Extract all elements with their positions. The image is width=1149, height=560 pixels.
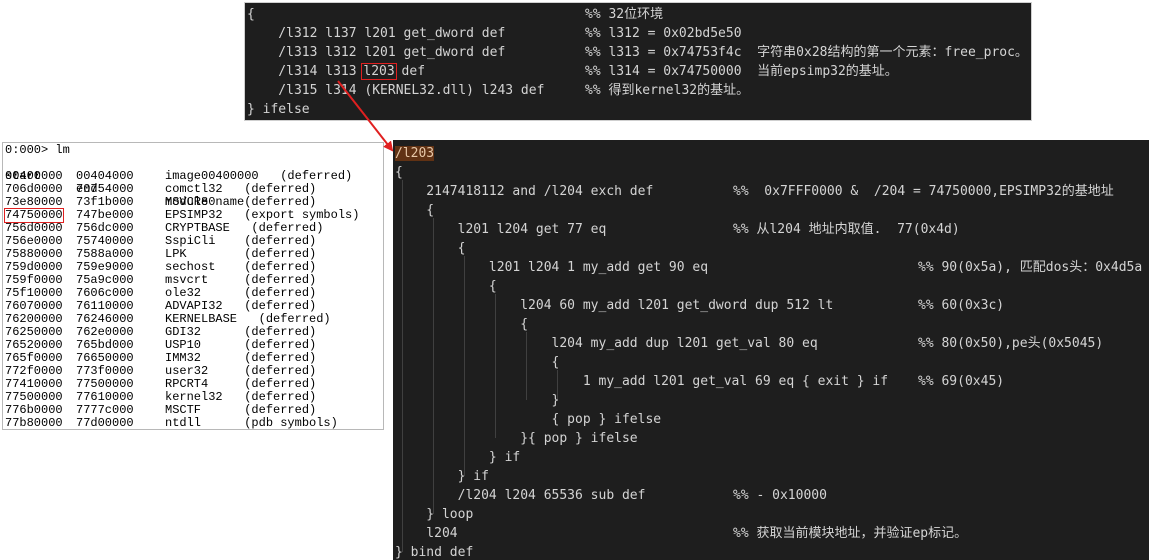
- code-line: l204 60 my_add l201 get_dword dup 512 lt: [395, 298, 834, 313]
- code-comment: %% 0x7FFF0000 & /204 = 74750000,EPSIMP32…: [733, 184, 1114, 199]
- code-line: /l204 l204 65536 sub def: [395, 488, 646, 503]
- code-comment: %% l312 = 0x02bd5e50: [585, 26, 742, 41]
- code-line: {: [395, 355, 560, 370]
- l203-highlight-box: l203: [361, 63, 397, 80]
- code-line: /l314 l313 l203 def: [247, 62, 425, 81]
- procedure-name-highlight: /l203: [395, 146, 435, 161]
- code-line: {: [395, 203, 435, 218]
- code-text: /l314 l313: [247, 64, 365, 79]
- code-line: }: [395, 393, 560, 408]
- code-line: /l312 l137 l201 get_dword def: [247, 26, 506, 41]
- code-line: l204: [395, 526, 458, 541]
- code-comment: %% 得到kernel32的基址。: [585, 83, 750, 98]
- module-list-panel: 0:000> lm start end module name 00400000…: [2, 142, 384, 430]
- code-line: {: [395, 241, 466, 256]
- code-line: {: [395, 279, 497, 294]
- module-row: 77b80000 77d00000 ntdll (pdb symbols): [5, 417, 383, 430]
- code-line: l201 l204 1 my_add get 90 eq: [395, 260, 709, 275]
- code-comment: %% 90(0x5a), 匹配dos头：0x4d5a: [918, 260, 1143, 275]
- code-line: } if: [395, 469, 489, 484]
- code-line: l201 l204 get 77 eq: [395, 222, 607, 237]
- procedure-name-line: /l203: [395, 144, 435, 163]
- code-comment: %% 80(0x50),pe头(0x5045): [918, 336, 1104, 351]
- module-start-address: 77b80000: [5, 416, 63, 430]
- main-code-panel: /l203 { 2147418112 and /l204 exch def %% …: [393, 140, 1149, 560]
- code-comment: %% 60(0x3c): [918, 298, 1005, 313]
- top-code-panel: { %% 32位环境 /l312 l137 l201 get_dword def…: [244, 2, 1032, 121]
- code-line: 2147418112 and /l204 exch def: [395, 184, 654, 199]
- code-line: {: [395, 317, 529, 332]
- debugger-prompt: 0:000> lm: [5, 143, 70, 157]
- code-comment: %% 获取当前模块地址，并验证ep标记。: [733, 526, 968, 541]
- code-line: } ifelse: [247, 102, 310, 117]
- code-line: l204 my_add dup l201 get_val 80 eq: [395, 336, 818, 351]
- code-line: /l315 l314 (KERNEL32.dll) l243 def: [247, 83, 545, 98]
- code-comment: %% 69(0x45): [918, 374, 1005, 389]
- code-comment: %% - 0x10000: [733, 488, 827, 503]
- code-line: }{ pop } ifelse: [395, 431, 638, 446]
- code-comment: %% l313 = 0x74753f4c 字符串0x28结构的第一个元素：fre…: [585, 45, 1028, 60]
- code-line: {: [247, 7, 255, 22]
- module-end-address: 77d00000: [76, 416, 134, 430]
- code-comment: %% l314 = 0x74750000 当前epsimp32的基址。: [585, 64, 898, 79]
- code-line: } if: [395, 450, 521, 465]
- code-comment: %% 从l204 地址内取值. 77(0x4d): [733, 222, 960, 237]
- code-line: } bind def: [395, 545, 474, 560]
- module-name: ntdll (pdb symbols): [165, 416, 338, 430]
- code-line: 1 my_add l201 get_val 69 eq { exit } if: [395, 374, 889, 389]
- code-comment: %% 32位环境: [585, 7, 664, 22]
- code-line: } loop: [395, 507, 474, 522]
- code-line: {: [395, 165, 403, 180]
- code-text: def: [393, 64, 426, 79]
- code-line: /l313 l312 l201 get_dword def: [247, 45, 506, 60]
- code-line: { pop } ifelse: [395, 412, 662, 427]
